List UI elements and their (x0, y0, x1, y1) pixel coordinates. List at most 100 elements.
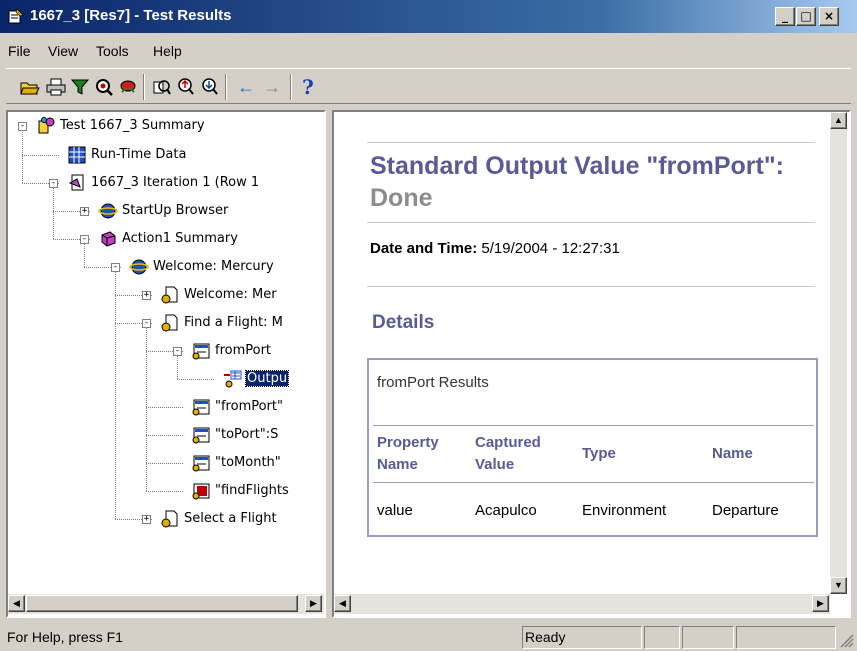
details-pane: Standard Output Value "fromPort": Done D… (332, 110, 851, 618)
collapse-node-button[interactable]: - (111, 263, 120, 272)
action-icon (98, 229, 118, 249)
toolbar-separator (290, 74, 292, 100)
tree-node-label: Select a Flight (184, 511, 277, 526)
details-horizontal-scrollbar[interactable]: ◀ ▶ (334, 594, 830, 614)
scroll-left-button[interactable]: ◀ (334, 595, 351, 612)
collapse-node-button[interactable]: - (49, 179, 58, 188)
results-tree[interactable]: - Test 1667_3 Summary Run-Time Data - 1667_3… (8, 112, 324, 594)
iteration-icon (67, 173, 87, 193)
toolbar: ← → ? (6, 68, 851, 104)
divider (367, 222, 815, 223)
menu-help[interactable]: Help (153, 43, 182, 59)
date-time-row: Date and Time: 5/19/2004 - 12:27:31 (370, 240, 620, 257)
browser-icon (98, 201, 118, 221)
maximize-button[interactable]: □ (796, 7, 816, 26)
expand-node-button[interactable]: + (80, 207, 89, 216)
collapse-node-button[interactable]: - (142, 319, 151, 328)
tree-connector (146, 407, 183, 408)
tree-horizontal-scrollbar[interactable]: ◀ ▶ (8, 594, 324, 614)
details-vertical-scrollbar[interactable]: ▲ ▼ (830, 112, 847, 594)
collapse-node-button[interactable]: - (173, 347, 182, 356)
filter-icon[interactable] (68, 75, 92, 99)
tree-node-label: Run-Time Data (91, 147, 187, 162)
image-icon (191, 481, 211, 501)
scroll-left-button[interactable]: ◀ (8, 595, 25, 612)
page-icon (160, 509, 180, 529)
output-icon (222, 369, 242, 389)
print-icon[interactable] (44, 75, 68, 99)
toolbar-separator (143, 74, 145, 100)
expand-node-button[interactable]: + (142, 515, 151, 524)
column-header: Name (712, 445, 753, 462)
status-bar: For Help, press F1 Ready (0, 624, 857, 651)
date-time-value: 5/19/2004 - 12:27:31 (481, 240, 620, 257)
list-icon (191, 341, 211, 361)
tree-node-label: fromPort (215, 343, 272, 358)
tree-node-label: 1667_3 Iteration 1 (Row 1 (91, 175, 260, 190)
close-button[interactable]: × (819, 7, 839, 26)
title-bar[interactable]: 1667_3 [Res7] - Test Results _ □ × (0, 0, 857, 33)
status-panel (644, 626, 680, 649)
details-heading: Details (372, 312, 435, 333)
tree-node-label: Outpu (244, 370, 290, 387)
collapse-node-button[interactable]: - (80, 235, 89, 244)
divider (367, 142, 815, 143)
test-summary-icon (36, 116, 56, 136)
table-cell: value (377, 502, 413, 519)
minimize-button[interactable]: _ (775, 7, 795, 26)
scroll-right-button[interactable]: ▶ (812, 595, 829, 612)
page-icon (160, 313, 180, 333)
tree-node-label: Test 1667_3 Summary (60, 118, 205, 133)
resize-grip-icon[interactable] (840, 634, 854, 648)
tree-connector (146, 435, 183, 436)
forward-arrow-icon: → (263, 76, 281, 97)
menu-view[interactable]: View (48, 43, 78, 59)
tree-connector (177, 379, 214, 380)
menu-tools[interactable]: Tools (96, 43, 129, 59)
tree-node-label: "fromPort" (215, 399, 283, 414)
collapse-node-button[interactable]: - (18, 122, 27, 131)
tree-node-label: Action1 Summary (122, 231, 238, 246)
tree-node-label: Welcome: Mer (184, 287, 277, 302)
menu-file[interactable]: File (8, 43, 31, 59)
results-tree-pane: - Test 1667_3 Summary Run-Time Data - 1667_3… (6, 110, 326, 618)
zoom-out-icon[interactable] (198, 75, 222, 99)
table-cell: Acapulco (475, 502, 537, 519)
status-panel (736, 626, 836, 649)
tree-connector (22, 155, 59, 156)
open-icon[interactable] (18, 75, 42, 99)
zoom-icon[interactable] (150, 75, 174, 99)
column-header: Type (582, 445, 616, 462)
tree-connector (146, 463, 183, 464)
scroll-up-button[interactable]: ▲ (830, 112, 847, 129)
title-main: Standard Output Value "fromPort": (370, 152, 785, 180)
help-icon[interactable]: ? (296, 75, 320, 99)
toolbar-separator (225, 74, 227, 100)
tree-node-label: StartUp Browser (122, 203, 229, 218)
zoom-in-icon[interactable] (174, 75, 198, 99)
back-arrow-icon[interactable]: ← (234, 75, 258, 99)
scroll-down-button[interactable]: ▼ (830, 577, 847, 594)
page-title: Standard Output Value "fromPort": Done (370, 150, 810, 214)
column-header: Captured Value (475, 434, 541, 473)
results-table: fromPort Results Property Name Captured … (367, 358, 818, 537)
table-cell: Environment (582, 502, 667, 519)
table-divider (373, 425, 814, 426)
status-help-text: For Help, press F1 (7, 629, 123, 645)
scroll-thumb[interactable] (26, 595, 298, 612)
tree-node-label: Welcome: Mercury (153, 259, 274, 274)
tree-node-label: "toPort":S (215, 427, 279, 442)
scroll-right-button[interactable]: ▶ (305, 595, 322, 612)
details-document: Standard Output Value "fromPort": Done D… (334, 112, 830, 594)
menu-bar: File View Tools Help (0, 41, 857, 63)
bug-icon[interactable] (116, 75, 140, 99)
grid-icon (67, 145, 87, 165)
tree-connector (115, 267, 116, 519)
table-cell: Departure (712, 502, 779, 519)
expand-node-button[interactable]: + (142, 291, 151, 300)
find-icon[interactable] (92, 75, 116, 99)
tree-connector (146, 491, 183, 492)
divider (367, 286, 815, 287)
status-state: Ready (522, 626, 642, 649)
list-icon (191, 453, 211, 473)
